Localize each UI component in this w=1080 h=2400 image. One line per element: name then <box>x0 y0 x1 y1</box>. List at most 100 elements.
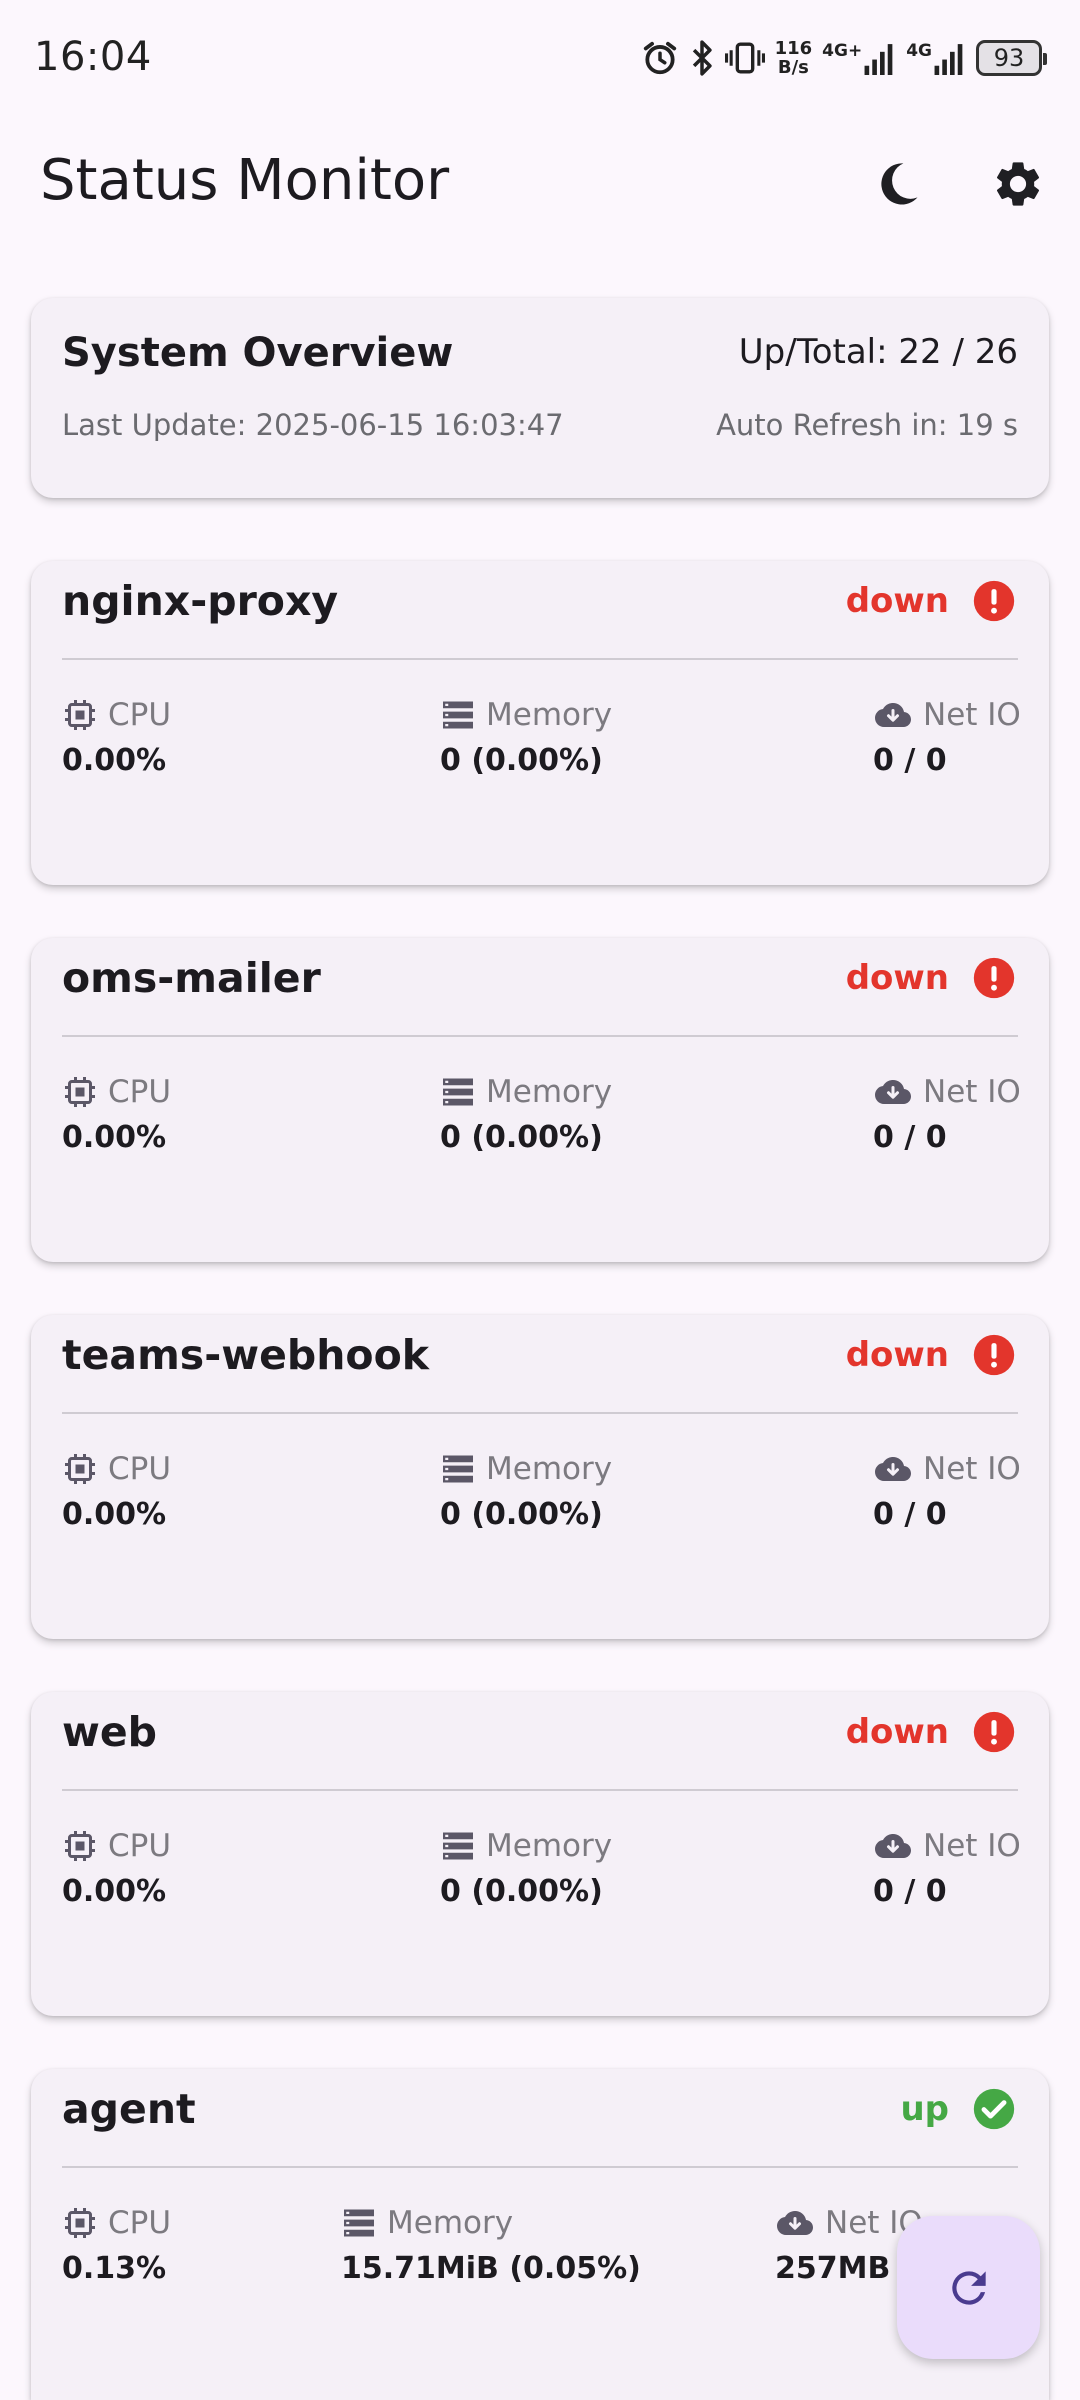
net-io-value: 0 / 0 <box>873 1874 947 1909</box>
divider <box>62 658 1018 660</box>
net-io-label: Net IO <box>923 1828 1021 1864</box>
memory-value: 0 (0.00%) <box>440 743 603 778</box>
service-status: down <box>845 581 949 621</box>
memory-value: 15.71MiB (0.05%) <box>341 2251 641 2286</box>
cpu-metric: CPU 0.00% <box>62 695 171 778</box>
cpu-label: CPU <box>108 1074 172 1110</box>
memory-value: 0 (0.00%) <box>440 1497 603 1532</box>
service-card[interactable]: oms-mailer down CPU 0.00% Memory 0 (0.00… <box>31 938 1049 1262</box>
memory-metric: Memory 15.71MiB (0.05%) <box>341 2203 641 2286</box>
service-name: nginx-proxy <box>62 577 339 625</box>
auto-refresh-text: Auto Refresh in: 19 s <box>716 408 1018 442</box>
cloud-download-icon <box>875 1457 911 1481</box>
bluetooth-icon <box>689 39 715 77</box>
net-io-value: 0 / 0 <box>873 743 947 778</box>
up-total-count: Up/Total: 22 / 26 <box>738 332 1018 372</box>
cpu-label: CPU <box>108 1451 172 1487</box>
memory-icon <box>443 1832 473 1860</box>
cpu-icon <box>65 1077 95 1107</box>
divider <box>62 1412 1018 1414</box>
error-icon <box>973 1711 1015 1753</box>
net-speed-unit: B/s <box>777 57 809 78</box>
divider <box>62 1035 1018 1037</box>
divider <box>62 2166 1018 2168</box>
error-icon <box>973 957 1015 999</box>
vibrate-icon <box>724 39 765 77</box>
net-io-label: Net IO <box>923 1451 1021 1487</box>
error-icon <box>973 580 1015 622</box>
net-io-label: Net IO <box>923 1074 1021 1110</box>
net-io-metric: Net IO 0 / 0 <box>873 1449 1021 1532</box>
cpu-metric: CPU 0.13% <box>62 2203 171 2286</box>
check-circle-icon <box>973 2088 1015 2130</box>
signal-bars-icon <box>864 44 893 75</box>
memory-icon <box>443 701 473 729</box>
service-name: oms-mailer <box>62 954 321 1002</box>
cpu-value: 0.00% <box>62 1497 167 1532</box>
net-speed-value: 116 <box>774 38 813 59</box>
cpu-metric: CPU 0.00% <box>62 1826 171 1909</box>
cpu-icon <box>65 1831 95 1861</box>
last-update-text: Last Update: 2025-06-15 16:03:47 <box>62 408 564 442</box>
memory-icon <box>344 2209 374 2237</box>
memory-icon <box>443 1078 473 1106</box>
cpu-icon <box>65 2208 95 2238</box>
refresh-button[interactable] <box>897 2216 1040 2359</box>
memory-label: Memory <box>486 1074 613 1110</box>
divider <box>62 1789 1018 1791</box>
service-card[interactable]: web down CPU 0.00% Memory 0 (0.00%) Net … <box>31 1692 1049 2016</box>
memory-value: 0 (0.00%) <box>440 1874 603 1909</box>
service-status: down <box>845 958 949 998</box>
settings-button[interactable] <box>982 148 1054 220</box>
cloud-download-icon <box>875 1080 911 1104</box>
net-io-metric: Net IO 0 / 0 <box>873 695 1021 778</box>
memory-metric: Memory 0 (0.00%) <box>440 1449 612 1532</box>
cpu-label: CPU <box>108 2205 172 2241</box>
service-card[interactable]: agent up CPU 0.13% Memory 15.71MiB (0.05… <box>31 2069 1049 2400</box>
status-time: 16:04 <box>34 34 152 80</box>
net-io-metric: Net IO 0 / 0 <box>873 1072 1021 1155</box>
cpu-icon <box>65 1454 95 1484</box>
cpu-metric: CPU 0.00% <box>62 1449 171 1532</box>
cloud-download-icon <box>875 703 911 727</box>
refresh-icon <box>951 2270 986 2305</box>
cloud-download-icon <box>875 1834 911 1858</box>
net-type-2: 4G <box>906 41 932 61</box>
service-status: down <box>845 1335 949 1375</box>
memory-metric: Memory 0 (0.00%) <box>440 1072 612 1155</box>
cpu-value: 0.00% <box>62 1874 167 1909</box>
status-bar: 16:04 116 B/s 4G+ 4G 93 <box>0 0 1080 116</box>
cpu-value: 0.00% <box>62 1120 167 1155</box>
signal-2: 4G <box>906 41 966 75</box>
battery-level: 93 <box>993 44 1025 72</box>
service-status: up <box>900 2089 949 2129</box>
status-icons: 116 B/s 4G+ 4G 93 <box>641 36 1047 80</box>
net-io-value: 0 / 0 <box>873 1120 947 1155</box>
cpu-value: 0.00% <box>62 743 167 778</box>
gear-icon <box>996 162 1040 206</box>
memory-label: Memory <box>486 1451 613 1487</box>
page-title: Status Monitor <box>40 148 450 213</box>
net-speed: 116 B/s <box>775 39 813 77</box>
service-status: down <box>845 1712 949 1752</box>
service-name: agent <box>62 2085 196 2133</box>
moon-icon <box>881 163 918 205</box>
service-name: web <box>62 1708 158 1756</box>
net-io-value: 0 / 0 <box>873 1497 947 1532</box>
cpu-label: CPU <box>108 1828 172 1864</box>
service-card[interactable]: teams-webhook down CPU 0.00% Memory 0 (0… <box>31 1315 1049 1639</box>
memory-label: Memory <box>387 2205 514 2241</box>
error-icon <box>973 1334 1015 1376</box>
cpu-label: CPU <box>108 697 172 733</box>
battery-indicator: 93 <box>976 40 1047 76</box>
memory-metric: Memory 0 (0.00%) <box>440 695 612 778</box>
memory-label: Memory <box>486 1828 613 1864</box>
overview-title: System Overview <box>62 330 454 376</box>
cpu-value: 0.13% <box>62 2251 167 2286</box>
net-io-metric: Net IO 0 / 0 <box>873 1826 1021 1909</box>
memory-icon <box>443 1455 473 1483</box>
memory-value: 0 (0.00%) <box>440 1120 603 1155</box>
theme-toggle-button[interactable] <box>862 148 934 220</box>
service-card[interactable]: nginx-proxy down CPU 0.00% Memory 0 (0.0… <box>31 561 1049 885</box>
signal-bars-icon <box>934 44 963 75</box>
